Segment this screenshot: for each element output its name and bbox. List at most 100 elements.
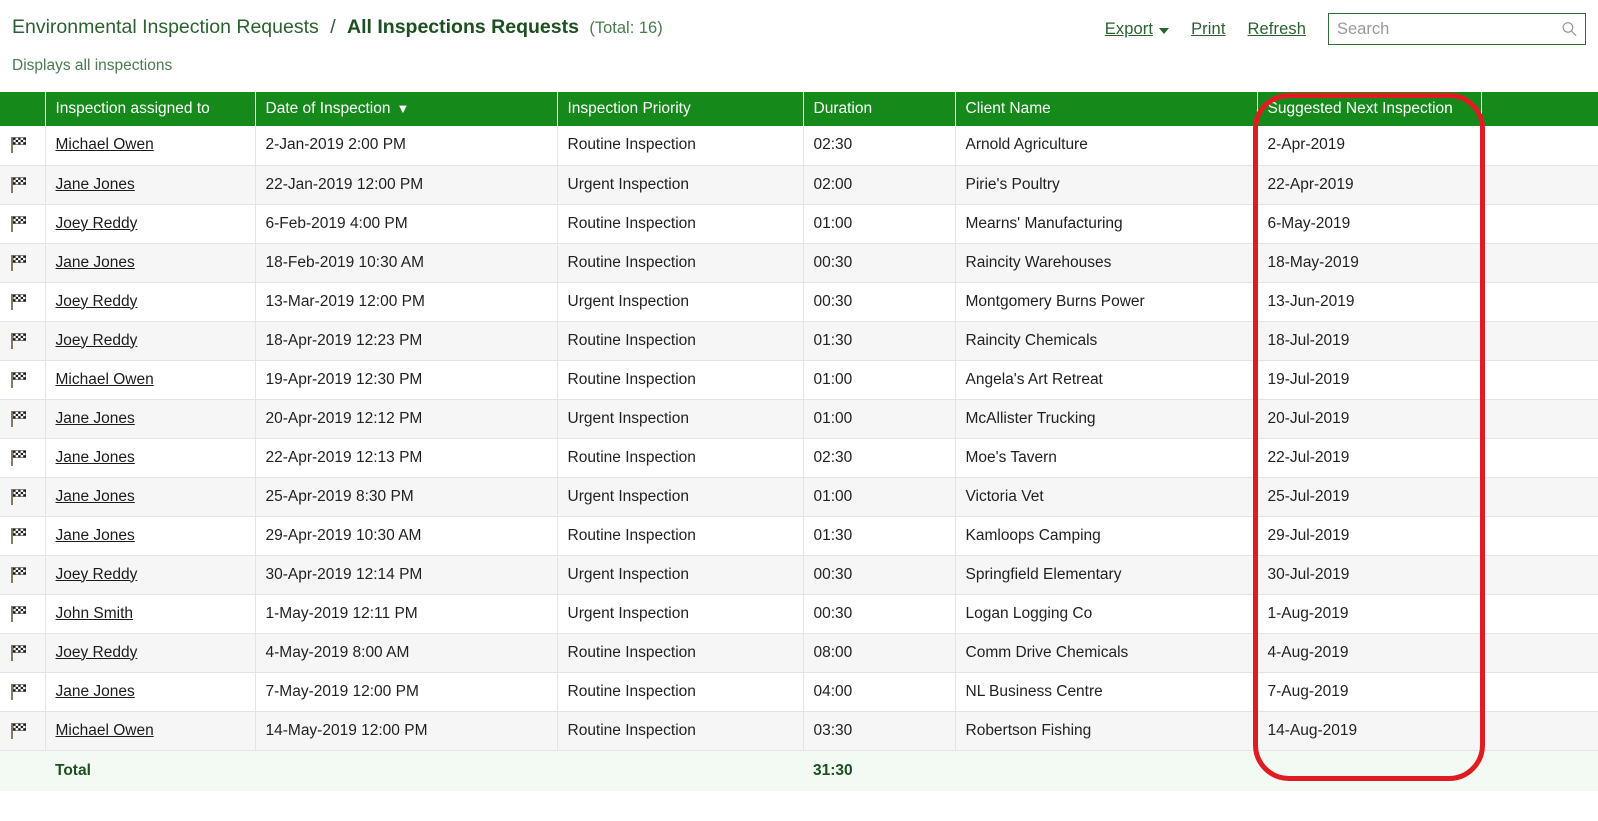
row-flag-cell[interactable]	[0, 711, 46, 751]
column-header-client-name[interactable]: Client Name	[955, 92, 1258, 126]
cell-assigned-to: Jane Jones	[45, 243, 256, 283]
row-flag-cell[interactable]	[0, 282, 46, 322]
assigned-to-link[interactable]: Jane Jones	[56, 254, 135, 271]
breadcrumb-current: All Inspections Requests	[347, 16, 579, 38]
table-header-row: Inspection assigned to Date of Inspectio…	[0, 92, 1598, 126]
assigned-to-link[interactable]: Michael Owen	[56, 136, 154, 153]
cell-spacer	[1481, 282, 1598, 322]
cell-duration: 01:30	[803, 321, 956, 361]
table-row[interactable]: Joey Reddy 4-May-2019 8:00 AM Routine Insp…	[0, 633, 1598, 673]
row-flag-cell[interactable]	[0, 516, 46, 556]
table-row[interactable]: Michael Owen 14-May-2019 12:00 PM Routine …	[0, 711, 1598, 751]
cell-date: 18-Feb-2019 10:30 AM	[255, 243, 558, 283]
cell-priority: Routine Inspection	[557, 360, 804, 400]
assigned-to-link[interactable]: John Smith	[56, 605, 134, 622]
checkered-flag-icon	[11, 605, 26, 622]
row-flag-cell[interactable]	[0, 321, 46, 361]
cell-assigned-to: Jane Jones	[45, 165, 256, 205]
cell-priority: Urgent Inspection	[557, 594, 804, 634]
assigned-to-link[interactable]: Joey Reddy	[56, 332, 138, 349]
cell-date: 20-Apr-2019 12:12 PM	[255, 399, 558, 439]
cell-client-name: Montgomery Burns Power	[955, 282, 1258, 322]
breadcrumb-root[interactable]: Environmental Inspection Requests	[12, 16, 319, 38]
table-row[interactable]: Jane Jones 25-Apr-2019 8:30 PM Urgent Insp…	[0, 477, 1598, 517]
cell-assigned-to: Jane Jones	[45, 399, 256, 439]
row-flag-cell[interactable]	[0, 360, 46, 400]
column-header-date-label: Date of Inspection	[265, 100, 391, 117]
table-header: Inspection assigned to Date of Inspectio…	[0, 92, 1598, 126]
table-row[interactable]: John Smith 1-May-2019 12:11 PM Urgent Insp…	[0, 594, 1598, 634]
print-button[interactable]: Print	[1191, 20, 1225, 39]
checkered-flag-icon	[11, 644, 26, 661]
cell-spacer	[1481, 204, 1598, 244]
assigned-to-link[interactable]: Jane Jones	[56, 683, 135, 700]
table-row[interactable]: Joey Reddy 18-Apr-2019 12:23 PM Routine In…	[0, 321, 1598, 361]
row-flag-cell[interactable]	[0, 477, 46, 517]
row-flag-cell[interactable]	[0, 126, 46, 166]
cell-assigned-to: Jane Jones	[45, 672, 256, 712]
table-row[interactable]: Jane Jones 20-Apr-2019 12:12 PM Urgent Ins…	[0, 399, 1598, 439]
cell-date: 2-Jan-2019 2:00 PM	[255, 126, 558, 166]
assigned-to-link[interactable]: Joey Reddy	[56, 644, 138, 661]
assigned-to-link[interactable]: Jane Jones	[56, 488, 135, 505]
table-row[interactable]: Michael Owen 19-Apr-2019 12:30 PM Routine …	[0, 360, 1598, 400]
row-flag-cell[interactable]	[0, 672, 46, 712]
row-flag-cell[interactable]	[0, 438, 46, 478]
table-row[interactable]: Jane Jones 22-Jan-2019 12:00 PM Urgent Ins…	[0, 165, 1598, 205]
assigned-to-link[interactable]: Jane Jones	[56, 449, 135, 466]
export-menu[interactable]: Export	[1105, 20, 1170, 39]
column-header-duration[interactable]: Duration	[803, 92, 956, 126]
assigned-to-link[interactable]: Joey Reddy	[56, 215, 138, 232]
checkered-flag-icon	[11, 683, 26, 700]
column-header-priority[interactable]: Inspection Priority	[557, 92, 804, 126]
cell-duration: 02:30	[803, 438, 956, 478]
cell-date: 30-Apr-2019 12:14 PM	[255, 555, 558, 595]
assigned-to-link[interactable]: Joey Reddy	[56, 293, 138, 310]
refresh-button[interactable]: Refresh	[1248, 20, 1306, 39]
assigned-to-link[interactable]: Jane Jones	[56, 176, 135, 193]
checkered-flag-icon	[11, 293, 26, 310]
table-row[interactable]: Joey Reddy 13-Mar-2019 12:00 PM Urgent Ins…	[0, 282, 1598, 322]
assigned-to-link[interactable]: Michael Owen	[56, 371, 154, 388]
cell-assigned-to: Michael Owen	[45, 360, 256, 400]
cell-suggested-next-inspection: 2-Apr-2019	[1257, 126, 1482, 166]
search-box[interactable]	[1328, 13, 1586, 45]
assigned-to-link[interactable]: Michael Owen	[56, 722, 154, 739]
table-row[interactable]: Jane Jones 22-Apr-2019 12:13 PM Routine In…	[0, 438, 1598, 478]
chevron-down-icon[interactable]	[1159, 27, 1170, 34]
table-row[interactable]: Joey Reddy 6-Feb-2019 4:00 PM Routine Insp…	[0, 204, 1598, 244]
export-button[interactable]: Export	[1105, 20, 1153, 39]
assigned-to-link[interactable]: Jane Jones	[56, 410, 135, 427]
row-flag-cell[interactable]	[0, 399, 46, 439]
table-row[interactable]: Jane Jones 29-Apr-2019 10:30 AM Routine In…	[0, 516, 1598, 556]
table-row[interactable]: Jane Jones 18-Feb-2019 10:30 AM Routine In…	[0, 243, 1598, 283]
cell-date: 14-May-2019 12:00 PM	[255, 711, 558, 751]
row-flag-cell[interactable]	[0, 594, 46, 634]
column-header-date[interactable]: Date of Inspection ▼	[255, 92, 558, 126]
assigned-to-link[interactable]: Jane Jones	[56, 527, 135, 544]
cell-assigned-to: Jane Jones	[45, 516, 256, 556]
row-flag-cell[interactable]	[0, 633, 46, 673]
cell-duration: 01:00	[803, 477, 956, 517]
row-flag-cell[interactable]	[0, 204, 46, 244]
row-flag-cell[interactable]	[0, 165, 46, 205]
row-flag-cell[interactable]	[0, 243, 46, 283]
table-row[interactable]: Joey Reddy 30-Apr-2019 12:14 PM Urgent Ins…	[0, 555, 1598, 595]
total-row: Total 31:30	[0, 750, 1598, 791]
cell-duration: 00:30	[803, 282, 956, 322]
record-total-count: (Total: 16)	[589, 19, 663, 37]
row-flag-cell[interactable]	[0, 555, 46, 595]
cell-assigned-to: Michael Owen	[45, 711, 256, 751]
table-row[interactable]: Michael Owen 2-Jan-2019 2:00 PM Routine In…	[0, 126, 1598, 166]
cell-suggested-next-inspection: 20-Jul-2019	[1257, 399, 1482, 439]
table-row[interactable]: Jane Jones 7-May-2019 12:00 PM Routine Ins…	[0, 672, 1598, 712]
column-header-assigned-to[interactable]: Inspection assigned to	[45, 92, 256, 126]
cell-date: 18-Apr-2019 12:23 PM	[255, 321, 558, 361]
search-input[interactable]	[1329, 14, 1585, 44]
inspections-table: Inspection assigned to Date of Inspectio…	[0, 92, 1598, 791]
cell-suggested-next-inspection: 14-Aug-2019	[1257, 711, 1482, 751]
column-header-suggested-next-inspection[interactable]: Suggested Next Inspection	[1257, 92, 1482, 126]
cell-duration: 01:00	[803, 399, 956, 439]
cell-date: 7-May-2019 12:00 PM	[255, 672, 558, 712]
assigned-to-link[interactable]: Joey Reddy	[56, 566, 138, 583]
